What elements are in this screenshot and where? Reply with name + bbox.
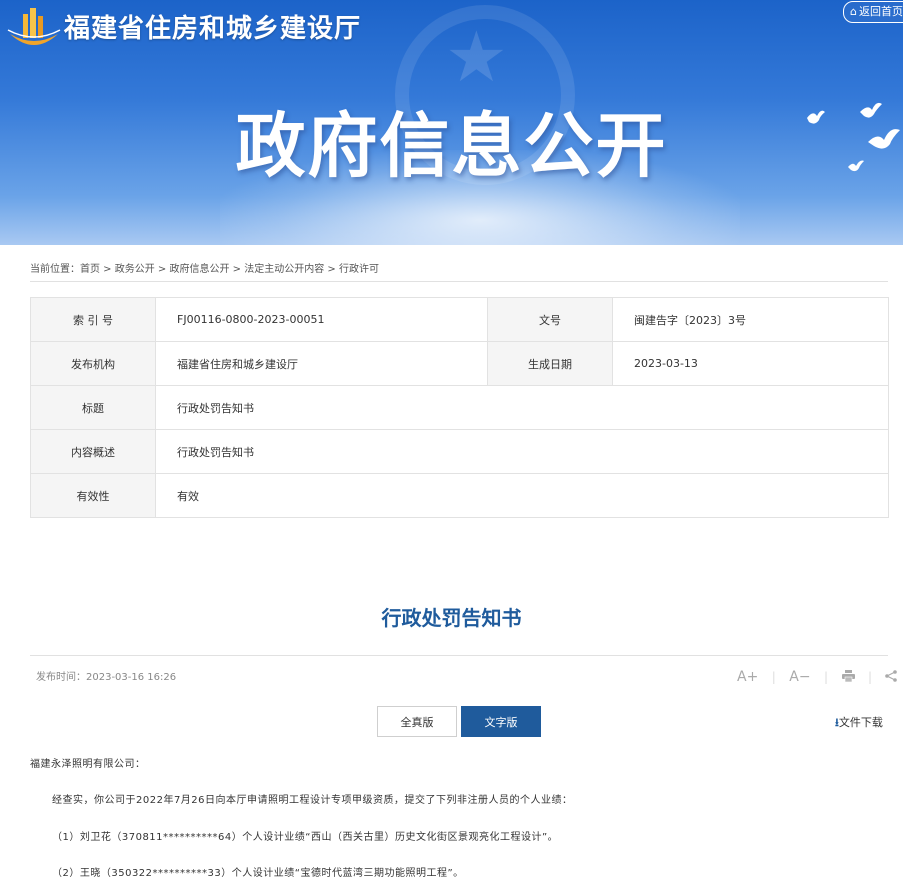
title-label: 标题 xyxy=(30,385,156,430)
toolbar-divider: | xyxy=(867,670,873,684)
font-decrease-button[interactable]: A− xyxy=(789,669,810,685)
table-row: 发布机构 福建省住房和城乡建设厅 生成日期 2023-03-13 xyxy=(30,341,889,386)
star-icon: ★ xyxy=(445,16,508,98)
tab-full-version[interactable]: 全真版 xyxy=(377,706,457,737)
home-button-label: 返回首页 xyxy=(858,5,903,18)
publish-time: 发布时间：2023-03-16 16:26 xyxy=(36,672,177,683)
breadcrumb[interactable]: 当前位置：首页 > 政务公开 > 政府信息公开 > 法定主动公开内容 > 行政许… xyxy=(30,260,379,275)
table-row: 索 引 号 FJ00116-0800-2023-00051 文号 闽建告字〔20… xyxy=(30,297,889,342)
logo-icon[interactable] xyxy=(6,4,62,52)
validity-value: 有效 xyxy=(155,473,889,518)
title-divider xyxy=(30,655,888,656)
file-download-label: 文件下载 xyxy=(838,716,883,729)
org-name[interactable]: 福建省住房和城乡建设厅 xyxy=(64,8,361,45)
share-icon[interactable] xyxy=(885,670,898,682)
docno-label: 文号 xyxy=(487,297,613,342)
breadcrumb-divider xyxy=(30,281,888,282)
paragraph: 经查实，你公司于2022年7月26日向本厅申请照明工程设计专项甲级资质，提交了下… xyxy=(52,795,573,806)
print-icon[interactable] xyxy=(841,670,855,683)
tab-text-version[interactable]: 文字版 xyxy=(461,706,541,737)
home-icon: ⌂ xyxy=(850,5,857,18)
metadata-table: 索 引 号 FJ00116-0800-2023-00051 文号 闽建告字〔20… xyxy=(30,297,889,518)
table-row: 标题 行政处罚告知书 xyxy=(30,385,889,430)
index-label: 索 引 号 xyxy=(30,297,156,342)
document-title: 行政处罚告知书 xyxy=(381,606,522,630)
date-label: 生成日期 xyxy=(487,341,613,386)
publisher-value: 福建省住房和城乡建设厅 xyxy=(155,341,488,386)
publisher-label: 发布机构 xyxy=(30,341,156,386)
font-increase-button[interactable]: A+ xyxy=(737,669,758,685)
summary-value: 行政处罚告知书 xyxy=(155,429,889,474)
banner: ★ 福建省住房和城乡建设厅 ⌂ 返回首页 政府信息公开 xyxy=(0,0,903,245)
paragraph: （2）王晓（350322**********33）个人设计业绩“宝德时代蓝湾三期… xyxy=(52,868,464,879)
toolbar-divider: | xyxy=(824,670,829,684)
dove-icon xyxy=(868,129,900,149)
index-value: FJ00116-0800-2023-00051 xyxy=(155,297,488,342)
dove-icon xyxy=(848,160,864,172)
file-download-link[interactable]: ⭳文件下载 xyxy=(835,714,883,733)
table-row: 有效性 有效 xyxy=(30,473,889,518)
paragraph: 福建永泽照明有限公司： xyxy=(30,759,146,770)
toolbar: A+ | A− | | xyxy=(737,669,898,685)
dove-icon xyxy=(860,102,882,118)
table-row: 内容概述 行政处罚告知书 xyxy=(30,429,889,474)
validity-label: 有效性 xyxy=(30,473,156,518)
title-value: 行政处罚告知书 xyxy=(155,385,889,430)
date-value: 2023-03-13 xyxy=(612,341,889,386)
docno-value: 闽建告字〔2023〕3号 xyxy=(612,297,889,342)
home-button[interactable]: ⌂ 返回首页 xyxy=(843,1,903,23)
toolbar-divider: | xyxy=(771,670,776,684)
dove-icon xyxy=(807,110,825,124)
paragraph: （1）刘卫花（370811**********64）个人设计业绩“西山（西关古里… xyxy=(52,832,559,843)
banner-title: 政府信息公开 xyxy=(235,105,668,187)
summary-label: 内容概述 xyxy=(30,429,156,474)
